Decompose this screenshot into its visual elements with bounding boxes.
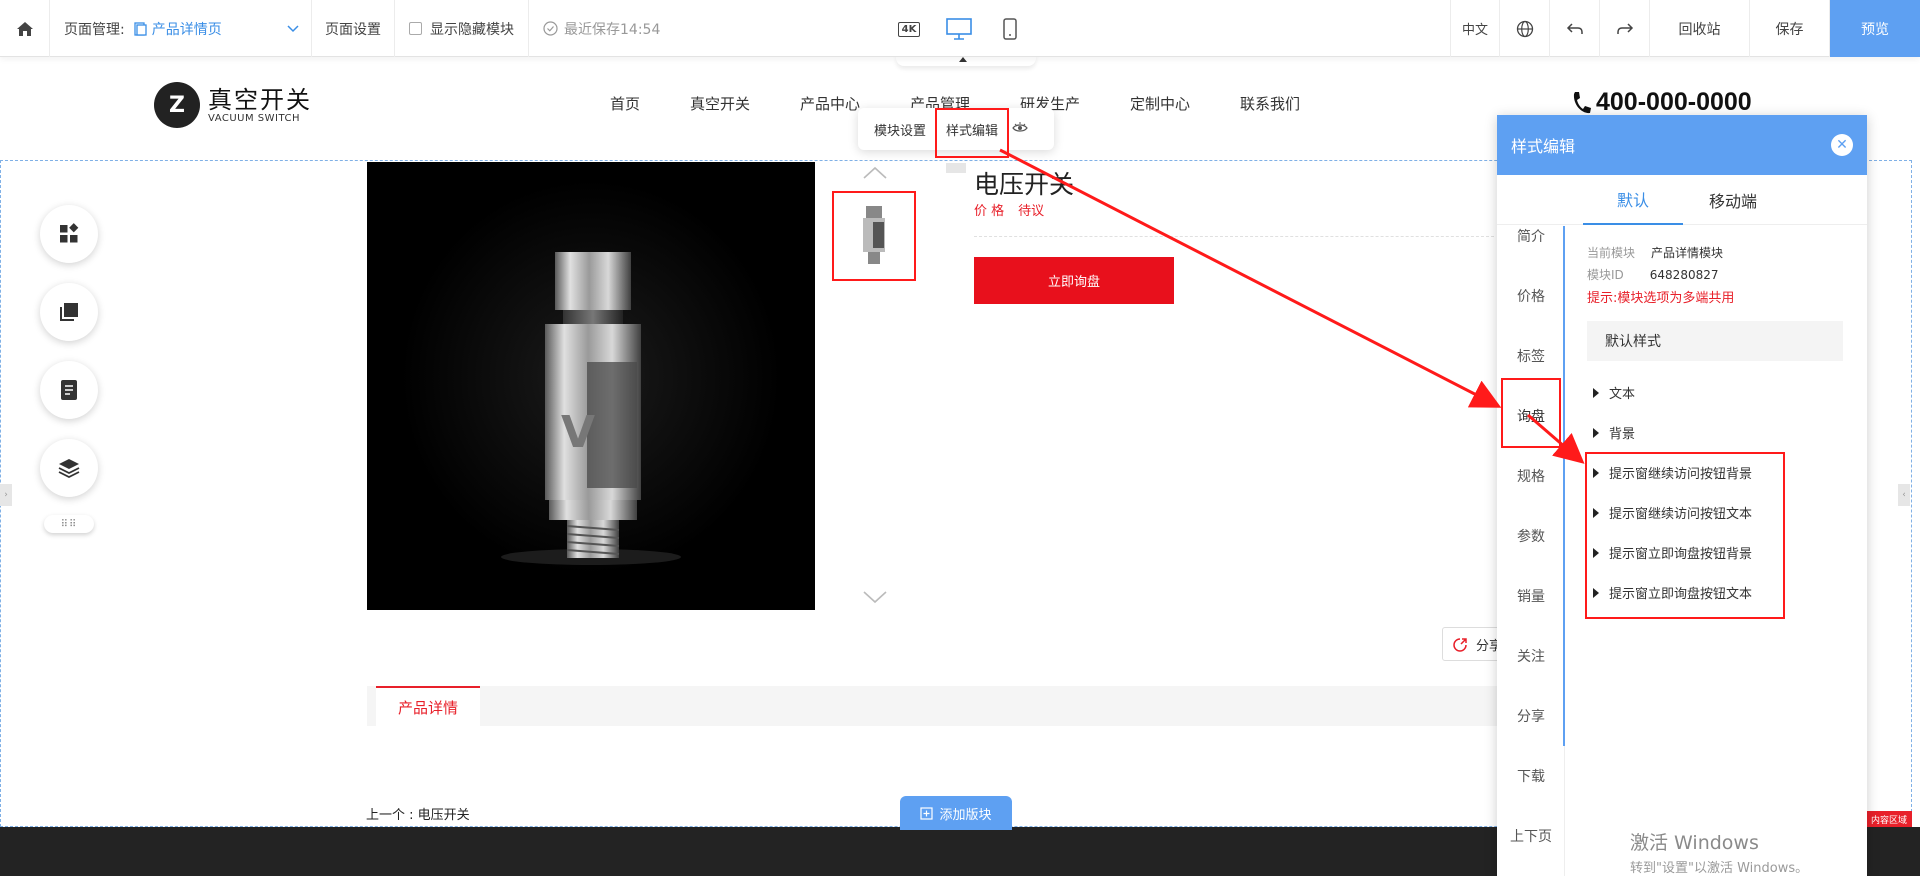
arrow-to-inquiry [999,148,1502,408]
annotation-box-thumbnail [832,191,916,281]
annotation-box-popup-rows [1585,452,1785,619]
annotation-box-style-edit [935,108,1009,158]
annotation-box-inquiry [1501,378,1561,448]
